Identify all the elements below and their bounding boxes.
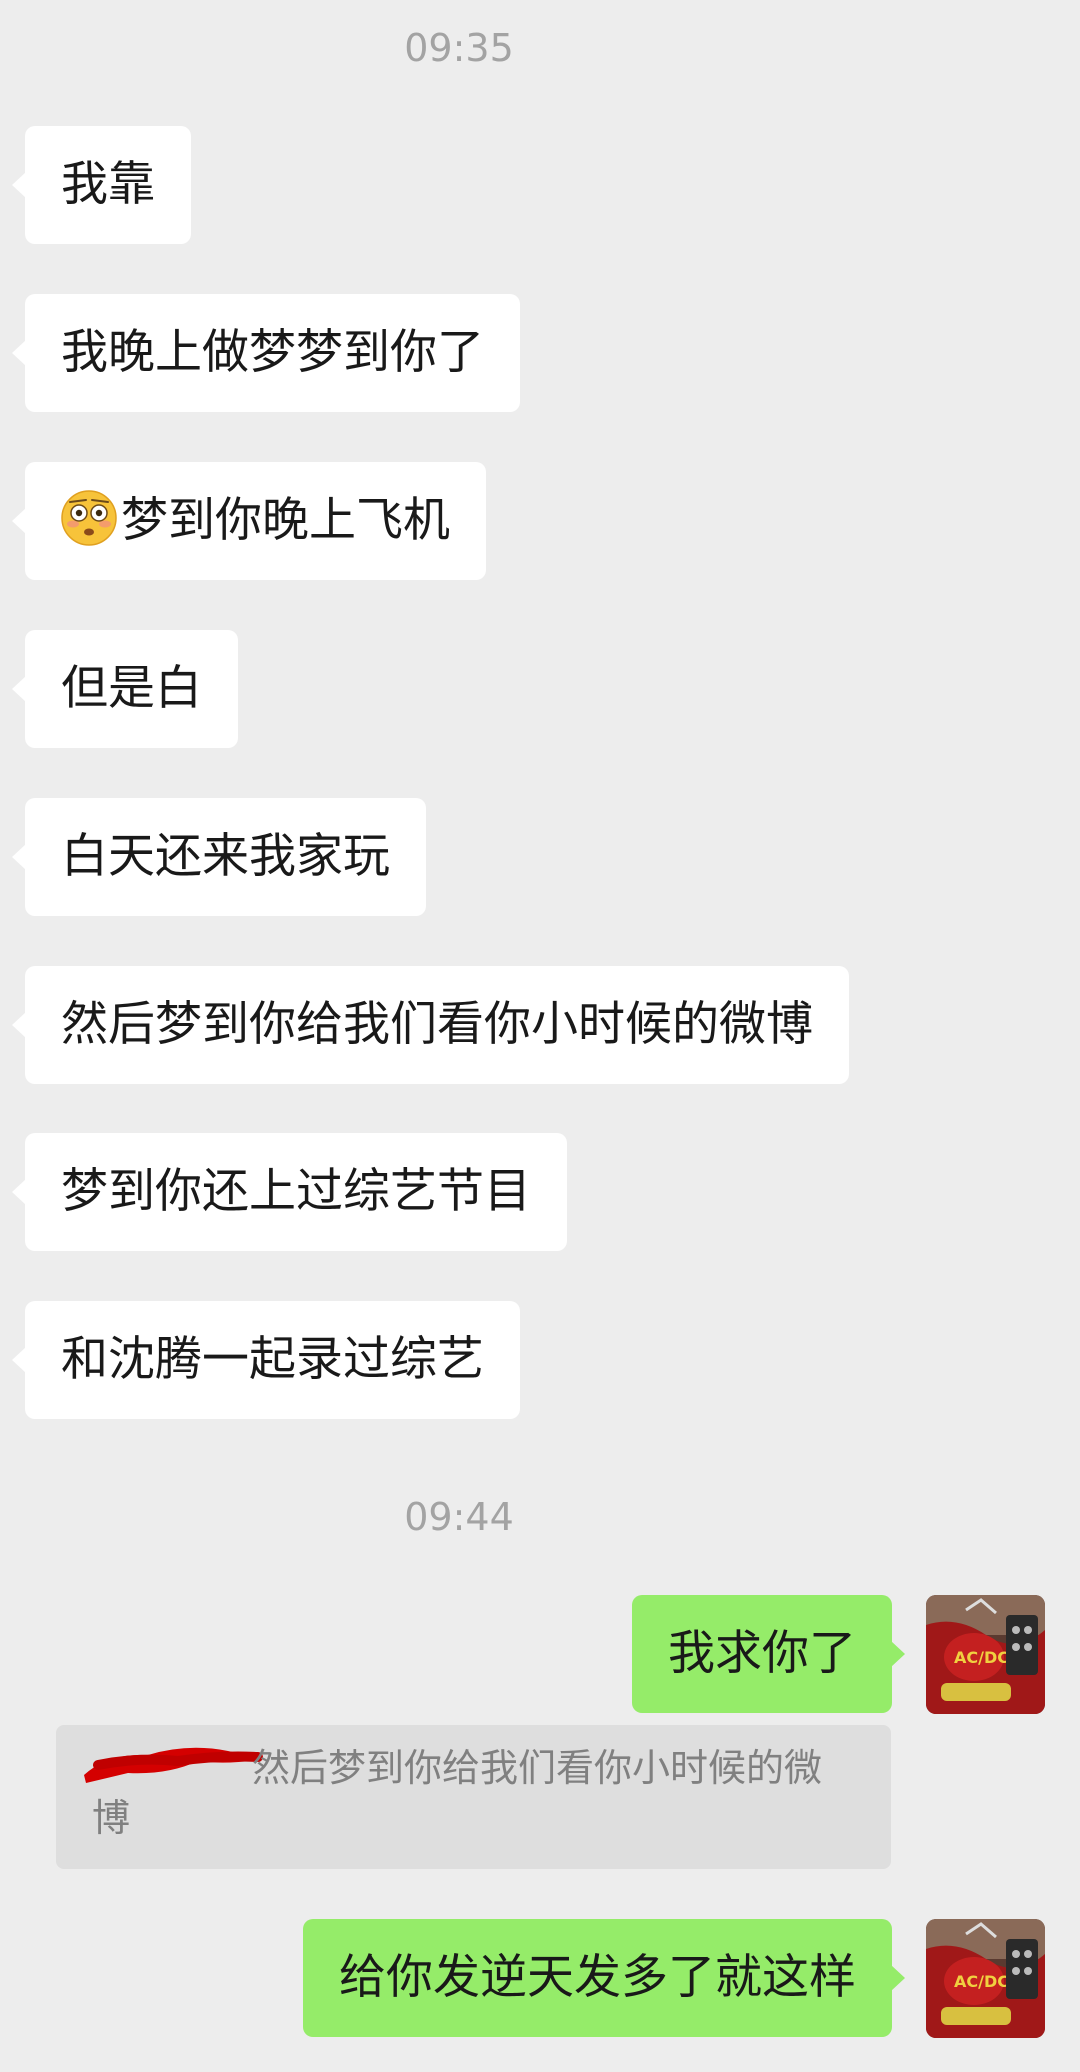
avatar[interactable]: AC/DC [926,1595,1045,1714]
flushed-face-emoji-icon [61,490,117,546]
incoming-message-6[interactable]: 然后梦到你给我们看你小时候的微博 [12,966,849,1084]
avatar-image-icon: AC/DC [926,1595,1045,1714]
incoming-message-2[interactable]: 我晚上做梦梦到你了 [12,294,520,412]
message-text: 白天还来我家玩 [61,829,390,884]
incoming-message-1[interactable]: 我靠 [12,126,191,244]
quoted-message-text: 然后梦到你给我们看你小时候的微博 [92,1746,823,1840]
svg-text:AC/DC: AC/DC [954,1972,1009,1991]
outgoing-message-1[interactable]: 我求你了 [632,1595,905,1713]
outgoing-message-2[interactable]: 给你发逆天发多了就这样 [303,1919,905,2037]
message-text: 梦到你晚上飞机 [121,493,450,548]
message-text: 我晚上做梦梦到你了 [61,325,484,380]
svg-text:AC/DC: AC/DC [954,1648,1009,1667]
incoming-message-4[interactable]: 但是白 [12,630,238,748]
incoming-message-3[interactable]: 梦到你晚上飞机 [12,462,486,580]
incoming-message-7[interactable]: 梦到你还上过综艺节目 [12,1133,567,1251]
message-text: 梦到你还上过综艺节目 [61,1164,531,1219]
incoming-message-8[interactable]: 和沈腾一起录过综艺 [12,1301,520,1419]
timestamp-0944: 09:44 [404,1495,514,1539]
timestamp-0935: 09:35 [404,26,514,70]
message-text: 给你发逆天发多了就这样 [339,1950,856,2005]
incoming-message-5[interactable]: 白天还来我家玩 [12,798,426,916]
message-text: 和沈腾一起录过综艺 [61,1332,484,1387]
message-text: 我求你了 [668,1626,856,1681]
avatar[interactable]: AC/DC [926,1919,1045,2038]
quoted-message[interactable]: 然后梦到你给我们看你小时候的微博 [56,1725,891,1869]
message-text: 但是白 [61,661,202,716]
avatar-image-icon: AC/DC [926,1919,1045,2038]
message-text: 然后梦到你给我们看你小时候的微博 [61,997,813,1052]
message-text: 我靠 [61,157,155,212]
